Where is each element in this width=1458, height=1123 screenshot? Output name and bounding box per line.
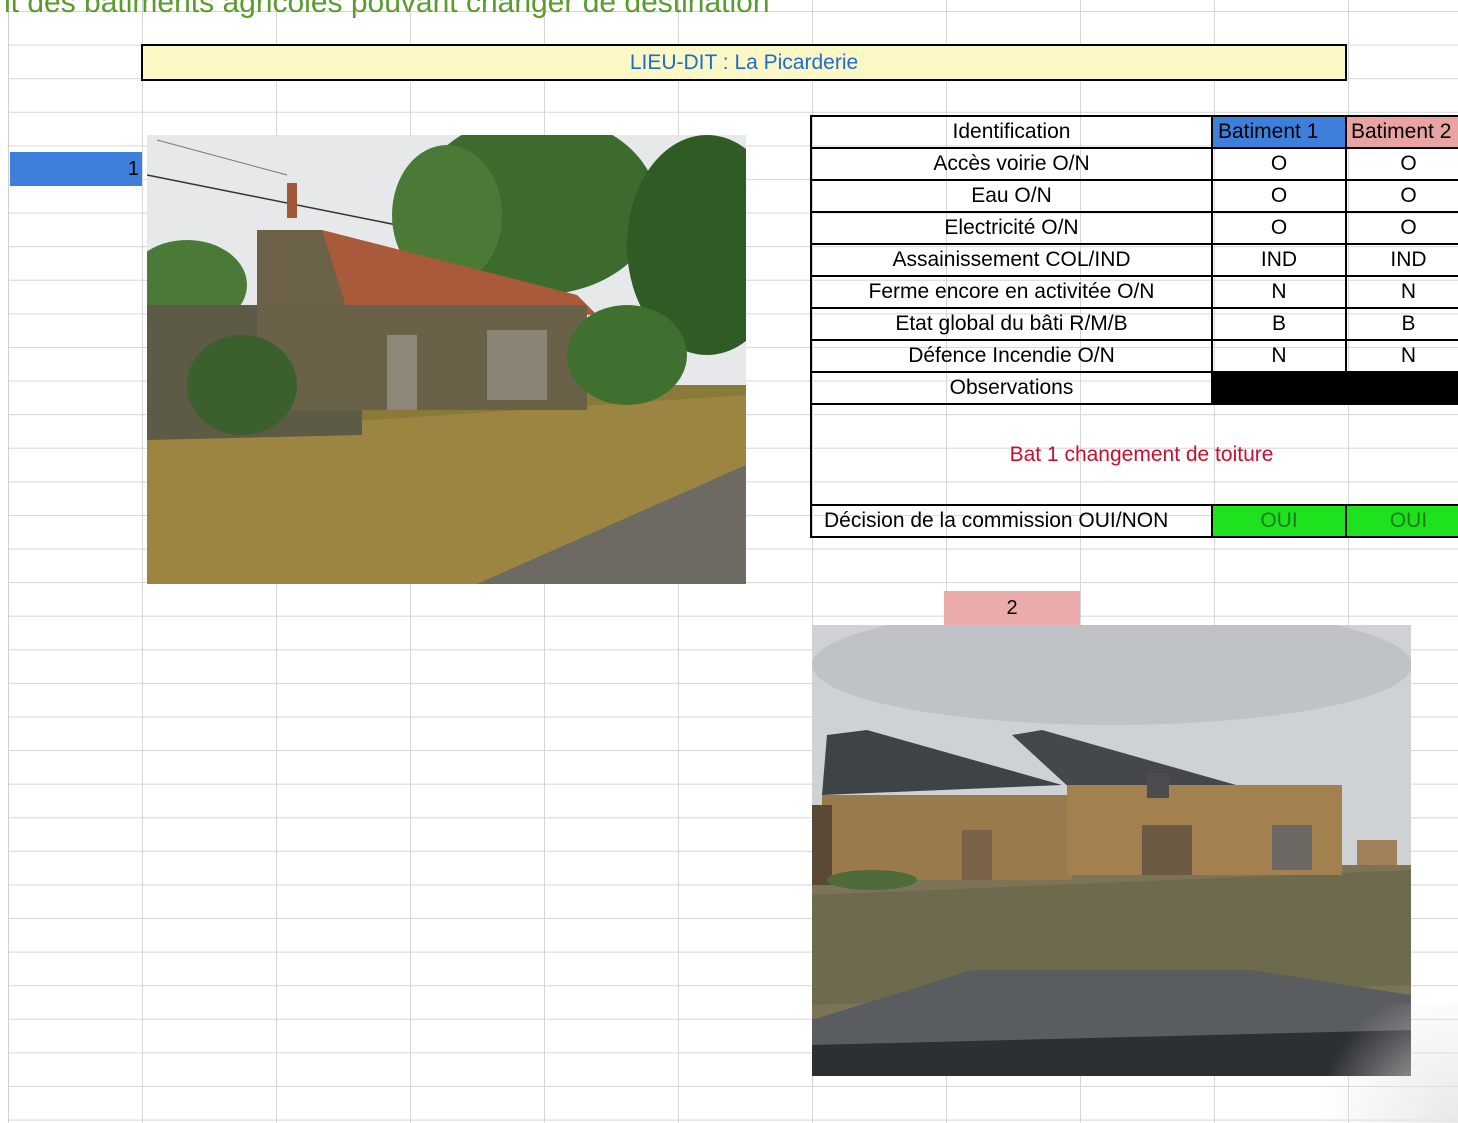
decision-b1[interactable]: OUI <box>1211 504 1347 538</box>
page-title: nt des bâtiments agricoles pouvant chang… <box>0 0 770 19</box>
header-batiment-1[interactable]: Batiment 1 <box>1211 115 1347 149</box>
decision-b2[interactable]: OUI <box>1345 504 1458 538</box>
cell-b1[interactable]: O <box>1211 179 1347 213</box>
table-row: Ferme encore en activitée O/N N N <box>810 275 1458 309</box>
table-header-row: Identification Batiment 1 Batiment 2 <box>810 115 1458 149</box>
cell-b2[interactable]: N <box>1345 339 1458 373</box>
cell-b2[interactable]: IND <box>1345 243 1458 277</box>
row-label[interactable]: Ferme encore en activitée O/N <box>810 275 1213 309</box>
observations-text: Bat 1 changement de toiture <box>1009 442 1274 466</box>
table-row: Assainissement COL/IND IND IND <box>810 243 1458 277</box>
table-row: Electricité O/N O O <box>810 211 1458 245</box>
cell-b2[interactable]: O <box>1345 179 1458 213</box>
observations-cell[interactable]: Bat 1 changement de toiture <box>810 403 1458 506</box>
cell-b2[interactable]: O <box>1345 211 1458 245</box>
cell-b2[interactable]: O <box>1345 147 1458 181</box>
row-label[interactable]: Etat global du bâti R/M/B <box>810 307 1213 341</box>
cell-b1[interactable]: B <box>1211 307 1347 341</box>
cell-b2[interactable]: N <box>1345 275 1458 309</box>
cell-b1[interactable]: O <box>1211 211 1347 245</box>
building-1-badge[interactable]: 1 <box>10 152 142 186</box>
decision-label[interactable]: Décision de la commission OUI/NON <box>810 504 1213 538</box>
cell-b1[interactable]: IND <box>1211 243 1347 277</box>
observations-label[interactable]: Observations <box>810 371 1213 405</box>
cell-b2[interactable]: B <box>1345 307 1458 341</box>
table-row: Accès voirie O/N O O <box>810 147 1458 181</box>
cell-b1[interactable]: O <box>1211 147 1347 181</box>
cell-b1[interactable]: N <box>1211 275 1347 309</box>
row-label[interactable]: Accès voirie O/N <box>810 147 1213 181</box>
sheet-left-edge <box>8 0 9 1123</box>
header-batiment-2[interactable]: Batiment 2 <box>1345 115 1458 149</box>
cell-b1[interactable]: N <box>1211 339 1347 373</box>
barn-1-image <box>147 135 746 584</box>
observations-text-row: Bat 1 changement de toiture <box>810 403 1458 506</box>
header-identification[interactable]: Identification <box>810 115 1213 149</box>
table-row: Eau O/N O O <box>810 179 1458 213</box>
table-row: Défence Incendie O/N N N <box>810 339 1458 373</box>
row-label[interactable]: Electricité O/N <box>810 211 1213 245</box>
lieu-dit-cell[interactable]: LIEU-DIT : La Picarderie <box>141 44 1347 81</box>
row-label[interactable]: Défence Incendie O/N <box>810 339 1213 373</box>
row-label[interactable]: Eau O/N <box>810 179 1213 213</box>
row-label[interactable]: Assainissement COL/IND <box>810 243 1213 277</box>
observations-header-row: Observations <box>810 371 1458 405</box>
decision-row: Décision de la commission OUI/NON OUI OU… <box>810 504 1458 538</box>
observations-black-cell[interactable] <box>1211 371 1458 405</box>
table-row: Etat global du bâti R/M/B B B <box>810 307 1458 341</box>
building-1-photo[interactable] <box>147 135 746 584</box>
identification-table: Identification Batiment 1 Batiment 2 Acc… <box>810 115 1458 538</box>
building-2-badge[interactable]: 2 <box>944 591 1080 625</box>
corner-shadow <box>1298 1003 1458 1123</box>
